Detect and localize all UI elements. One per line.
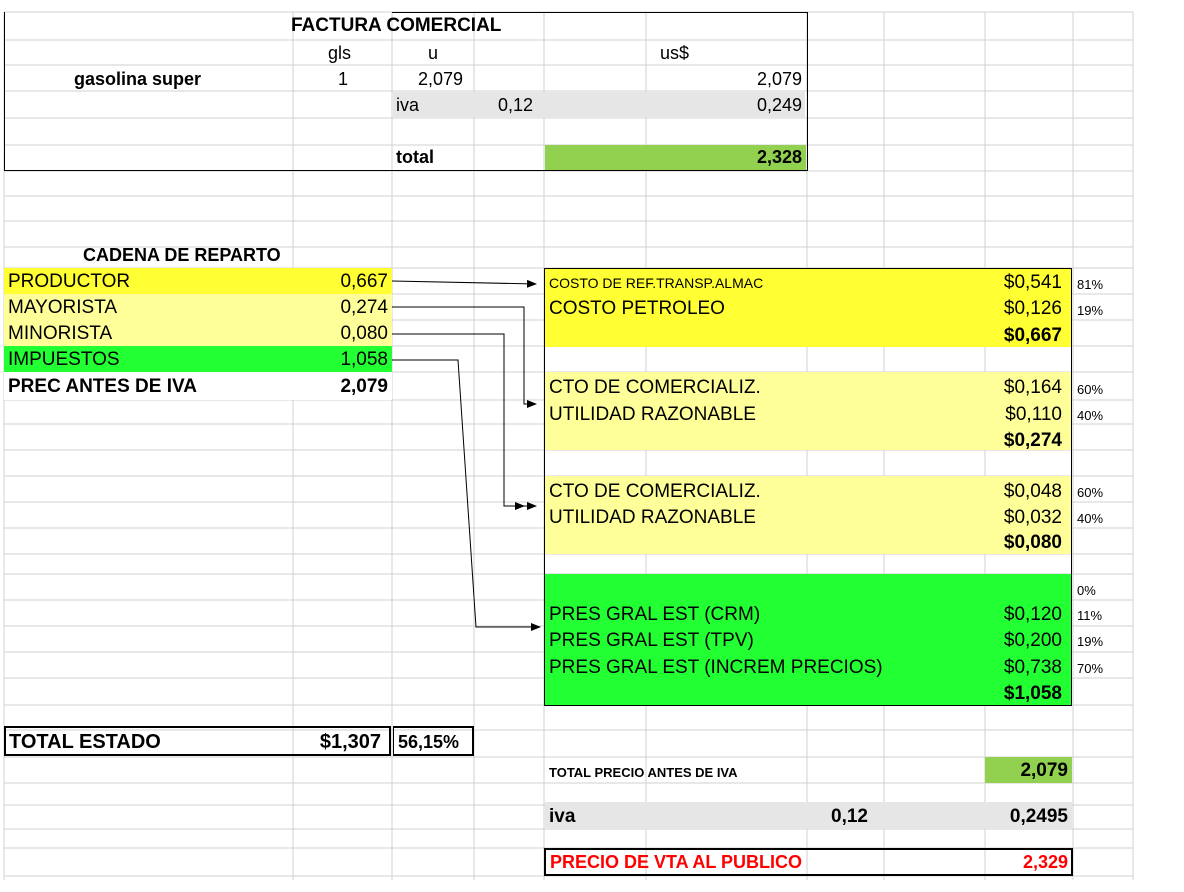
connector-arrows <box>391 279 541 631</box>
arrow-mayorista <box>392 306 537 408</box>
arrow-productor <box>391 279 537 288</box>
arrow-impuestos <box>392 359 541 631</box>
